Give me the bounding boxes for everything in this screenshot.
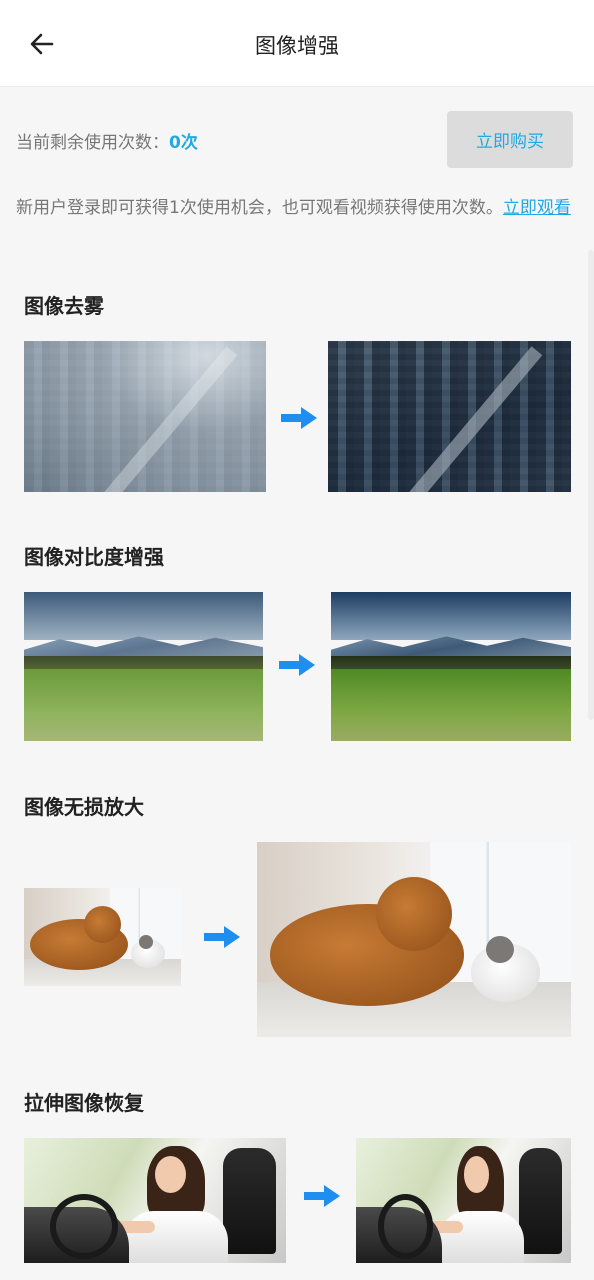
section-title-contrast: 图像对比度增强 (24, 545, 164, 569)
arrow-right-icon (281, 407, 317, 429)
contrast-before-image (24, 592, 263, 741)
arrow-right-icon (279, 654, 315, 676)
buy-now-button[interactable]: 立即购买 (447, 111, 573, 168)
upscale-after-image (257, 842, 571, 1037)
quota-row: 当前剩余使用次数：0次 立即购买 (16, 110, 574, 168)
arrow-right-icon (304, 1185, 340, 1207)
stretch-before-image (24, 1138, 286, 1263)
page-title: 图像增强 (255, 34, 339, 58)
section-title-stretch-restore: 拉伸图像恢复 (24, 1091, 144, 1115)
arrow-right-icon (204, 926, 240, 948)
quota-label: 当前剩余使用次数： (16, 133, 169, 153)
dehaze-after-image (328, 341, 571, 492)
notice-message: 新用户登录即可获得1次使用机会，也可观看视频获得使用次数。 (16, 198, 503, 218)
upscale-before-image (24, 888, 181, 986)
quota-value: 0次 (169, 133, 198, 153)
section-title-upscale: 图像无损放大 (24, 795, 144, 819)
scrollbar[interactable] (588, 250, 594, 720)
dehaze-before-image (24, 341, 266, 492)
notice-text: 新用户登录即可获得1次使用机会，也可观看视频获得使用次数。立即观看 (16, 194, 576, 223)
contrast-after-image (331, 592, 571, 741)
quota-text: 当前剩余使用次数：0次 (16, 128, 198, 153)
top-bar: 图像增强 (0, 0, 594, 87)
watch-now-link[interactable]: 立即观看 (503, 198, 571, 218)
section-title-dehaze: 图像去雾 (24, 294, 104, 318)
stretch-after-image (356, 1138, 571, 1263)
